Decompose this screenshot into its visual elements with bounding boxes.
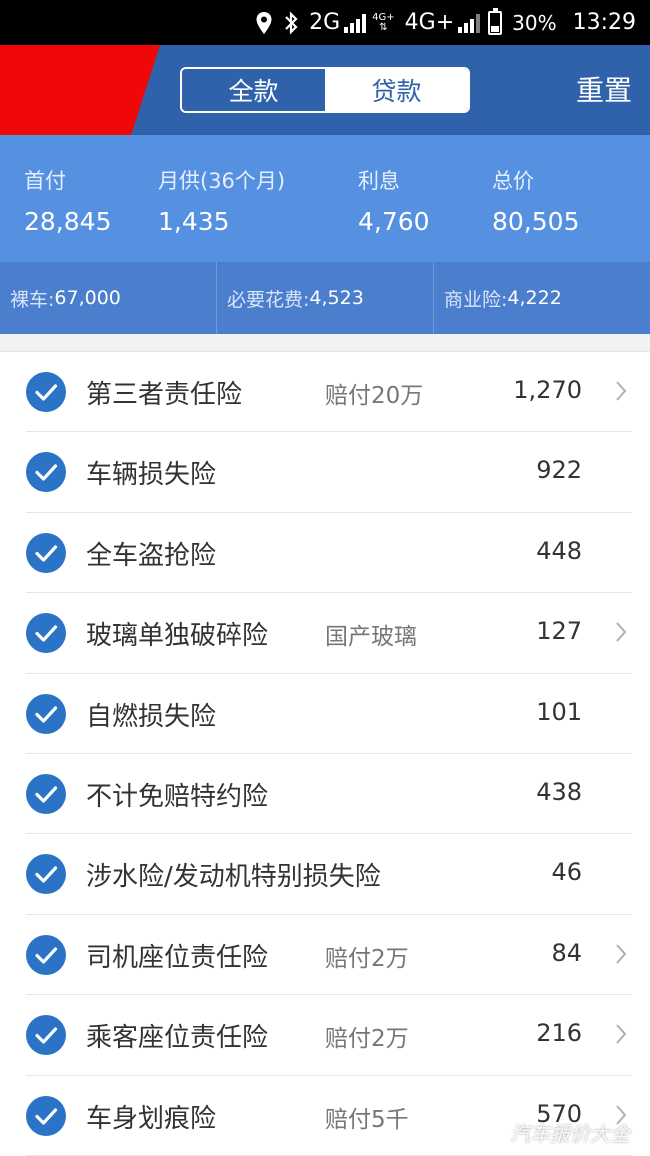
- insurance-row[interactable]: 第三者责任险 赔付20万 1,270: [0, 352, 650, 433]
- tab-full-payment[interactable]: 全款: [182, 69, 325, 111]
- summary-value-interest: 4,760: [358, 207, 430, 236]
- checkmark-icon[interactable]: [26, 372, 66, 412]
- breakdown-value: 67,000: [54, 287, 121, 309]
- insurance-row[interactable]: 车辆损失险 922: [0, 432, 650, 513]
- status-bar: 2G 4G+ ⇅ 4G+ 30% 13:29: [0, 0, 650, 45]
- bluetooth-icon: [283, 10, 299, 35]
- insurance-name: 玻璃单独破碎险: [86, 621, 269, 652]
- insurance-price: 448: [536, 536, 582, 565]
- insurance-name: 全车盗抢险: [86, 540, 217, 571]
- breakdown-necessary-fees: 必要花费: 4,523: [217, 262, 434, 334]
- breakdown-label: 商业险:: [444, 288, 508, 311]
- breakdown-value: 4,222: [507, 287, 562, 309]
- insurance-row[interactable]: 乘客座位责任险 赔付2万 216: [0, 995, 650, 1076]
- insurance-name: 车辆损失险: [86, 460, 217, 491]
- insurance-price: 84: [551, 938, 582, 967]
- insurance-name: 乘客座位责任险: [86, 1023, 269, 1054]
- data-activity-icon: 4G+ ⇅: [372, 11, 395, 33]
- tab-loan[interactable]: 贷款: [325, 69, 468, 111]
- insurance-row[interactable]: 全车盗抢险 448: [0, 513, 650, 594]
- clock-time: 13:29: [572, 10, 636, 35]
- insurance-row[interactable]: 自燃损失险 101: [0, 674, 650, 754]
- summary-value-monthly: 1,435: [158, 207, 230, 236]
- breakdown-label: 必要花费:: [227, 288, 310, 311]
- insurance-detail: 国产玻璃: [325, 624, 417, 651]
- checkmark-icon[interactable]: [26, 613, 66, 654]
- insurance-price: 922: [536, 456, 582, 485]
- insurance-row[interactable]: 涉水险/发动机特别损失险 46: [0, 834, 650, 915]
- chevron-right-icon[interactable]: [614, 378, 628, 408]
- watermark: 汽车报价大全: [510, 1122, 630, 1146]
- checkmark-icon[interactable]: [26, 854, 66, 895]
- insurance-row[interactable]: 司机座位责任险 赔付2万 84: [0, 915, 650, 996]
- insurance-name: 自燃损失险: [86, 701, 217, 732]
- location-icon: [255, 11, 273, 35]
- battery-percent: 30%: [512, 10, 557, 35]
- summary-value-total: 80,505: [492, 207, 580, 236]
- insurance-row[interactable]: 玻璃单独破碎险 国产玻璃 127: [0, 593, 650, 674]
- signal-icon-2: [458, 13, 482, 33]
- checkmark-icon[interactable]: [26, 693, 66, 734]
- network-4g-label: 4G+: [404, 10, 455, 35]
- checkmark-icon[interactable]: [26, 934, 66, 975]
- insurance-price: 438: [536, 777, 582, 806]
- insurance-name: 不计免赔特约险: [86, 781, 269, 812]
- section-gap: [0, 334, 650, 352]
- insurance-price: 127: [536, 617, 582, 646]
- payment-type-segmented-control: 全款 贷款: [180, 67, 470, 113]
- insurance-detail: 赔付5千: [325, 1106, 409, 1133]
- checkmark-icon[interactable]: [26, 1015, 66, 1056]
- insurance-row[interactable]: 不计免赔特约险 438: [0, 754, 650, 835]
- summary-label-monthly: 月供(36个月): [158, 169, 286, 193]
- battery-icon: [488, 7, 503, 35]
- insurance-price: 46: [551, 858, 582, 887]
- insurance-list: 第三者责任险 赔付20万 1,270 车辆损失险 922 全车盗抢险 448 玻璃单独破碎险 国…: [0, 352, 650, 1156]
- insurance-detail: 赔付2万: [325, 1026, 409, 1053]
- chevron-right-icon[interactable]: [614, 619, 628, 649]
- insurance-name: 车身划痕险: [86, 1103, 217, 1134]
- brand-flag: [0, 45, 160, 135]
- checkmark-icon[interactable]: [26, 532, 66, 573]
- breakdown-label: 裸车:: [10, 288, 55, 311]
- summary-label-total: 总价: [492, 169, 534, 193]
- summary-value-down-payment: 28,845: [24, 207, 112, 236]
- insurance-detail: 赔付2万: [325, 945, 409, 972]
- insurance-name: 第三者责任险: [86, 380, 243, 410]
- breakdown-bare-car: 裸车: 67,000: [0, 262, 217, 334]
- cost-summary: 首付 28,845 月供(36个月) 1,435 利息 4,760 总价 80,…: [0, 135, 650, 262]
- insurance-detail: 赔付20万: [325, 383, 424, 409]
- insurance-name: 涉水险/发动机特别损失险: [86, 862, 381, 893]
- breakdown-commercial-insurance: 商业险: 4,222: [434, 262, 650, 334]
- chevron-right-icon[interactable]: [614, 941, 628, 971]
- reset-button[interactable]: 重置: [576, 69, 632, 109]
- summary-label-interest: 利息: [358, 169, 400, 193]
- checkmark-icon[interactable]: [26, 1095, 66, 1136]
- checkmark-icon[interactable]: [26, 452, 66, 493]
- signal-icon: [344, 13, 368, 33]
- summary-label-down-payment: 首付: [24, 169, 66, 193]
- insurance-price: 216: [536, 1019, 582, 1048]
- checkmark-icon[interactable]: [26, 773, 66, 814]
- insurance-price: 101: [536, 697, 582, 726]
- insurance-price: 1,270: [513, 376, 582, 404]
- network-2g-label: 2G: [309, 10, 341, 35]
- network-4g-small-label: 4G+: [372, 11, 395, 23]
- insurance-name: 司机座位责任险: [86, 942, 269, 973]
- chevron-right-icon[interactable]: [614, 1021, 628, 1051]
- header-bar: 全款 贷款 重置: [0, 45, 650, 135]
- breakdown-value: 4,523: [309, 287, 364, 309]
- cost-breakdown: 裸车: 67,000 必要花费: 4,523 商业险: 4,222: [0, 262, 650, 334]
